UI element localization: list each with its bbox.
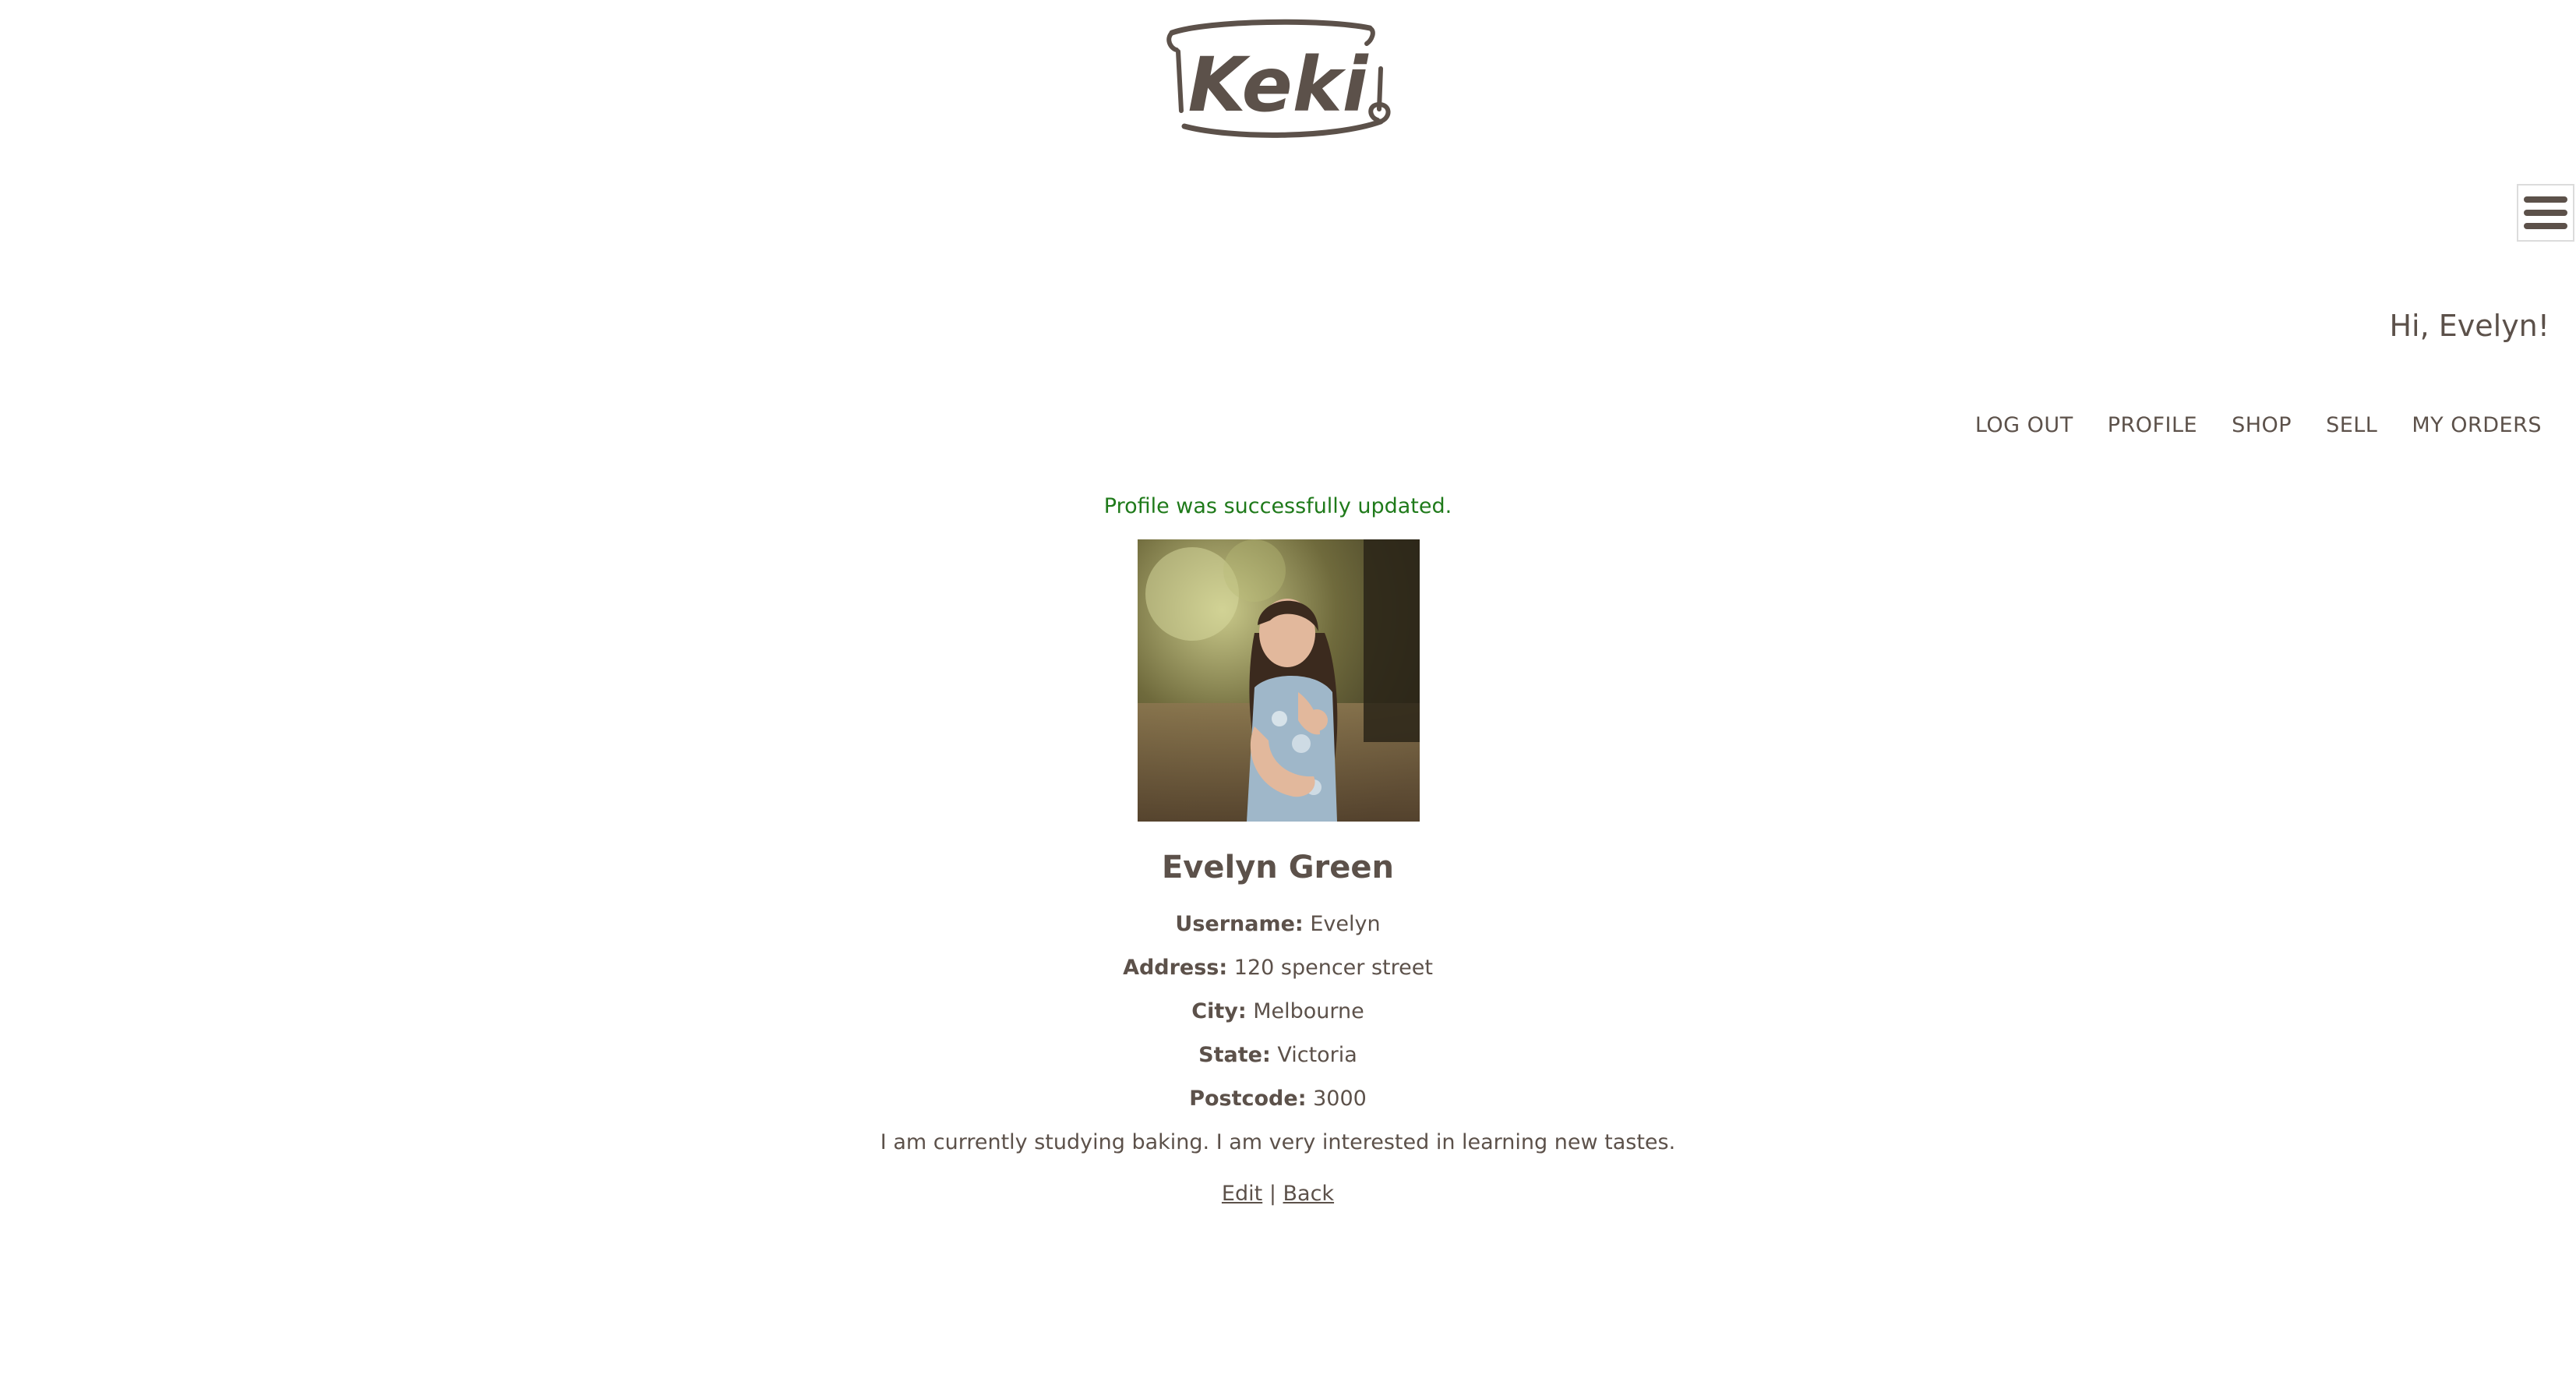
detail-username-value: Evelyn bbox=[1310, 912, 1381, 936]
hamburger-menu-icon bbox=[2524, 196, 2567, 229]
keki-logo[interactable]: Keki bbox=[1161, 17, 1395, 146]
detail-state-value: Victoria bbox=[1277, 1043, 1357, 1067]
detail-postcode: Postcode: 3000 bbox=[0, 1087, 2556, 1111]
detail-city: City: Melbourne bbox=[0, 999, 2556, 1023]
page: Keki Hi, Evelyn! LOG OUT PROFILE SHOP SE… bbox=[0, 0, 2576, 1389]
detail-address-label: Address: bbox=[1123, 956, 1228, 980]
nav-sell[interactable]: SELL bbox=[2326, 413, 2377, 437]
nav-log-out[interactable]: LOG OUT bbox=[1975, 413, 2073, 437]
detail-city-label: City: bbox=[1191, 999, 1247, 1023]
success-notice: Profile was successfully updated. bbox=[1103, 494, 1452, 518]
detail-state: State: Victoria bbox=[0, 1043, 2556, 1067]
detail-city-value: Melbourne bbox=[1253, 999, 1364, 1023]
back-link[interactable]: Back bbox=[1283, 1182, 1335, 1206]
detail-state-label: State: bbox=[1198, 1043, 1271, 1067]
detail-username-label: Username: bbox=[1175, 912, 1304, 936]
nav-shop[interactable]: SHOP bbox=[2232, 413, 2292, 437]
detail-address-value: 120 spencer street bbox=[1233, 956, 1433, 980]
nav-profile[interactable]: PROFILE bbox=[2108, 413, 2197, 437]
logo-wordmark: Keki bbox=[1188, 41, 1369, 129]
actions-separator: | bbox=[1269, 1182, 1276, 1206]
detail-postcode-label: Postcode: bbox=[1189, 1087, 1307, 1111]
edit-link[interactable]: Edit bbox=[1222, 1182, 1262, 1206]
profile-bio: I am currently studying baking. I am ver… bbox=[880, 1130, 1676, 1154]
greeting: Hi, Evelyn! bbox=[2389, 309, 2550, 343]
profile-actions: Edit | Back bbox=[0, 1182, 2556, 1206]
profile-name: Evelyn Green bbox=[1161, 850, 1394, 885]
detail-postcode-value: 3000 bbox=[1313, 1087, 1367, 1111]
nav-my-orders[interactable]: MY ORDERS bbox=[2412, 413, 2542, 437]
menu-button[interactable] bbox=[2517, 184, 2574, 242]
main-nav: LOG OUT PROFILE SHOP SELL MY ORDERS bbox=[1975, 413, 2542, 437]
detail-address: Address: 120 spencer street bbox=[0, 956, 2556, 980]
detail-username: Username: Evelyn bbox=[0, 912, 2556, 936]
profile-photo bbox=[1138, 539, 1420, 822]
